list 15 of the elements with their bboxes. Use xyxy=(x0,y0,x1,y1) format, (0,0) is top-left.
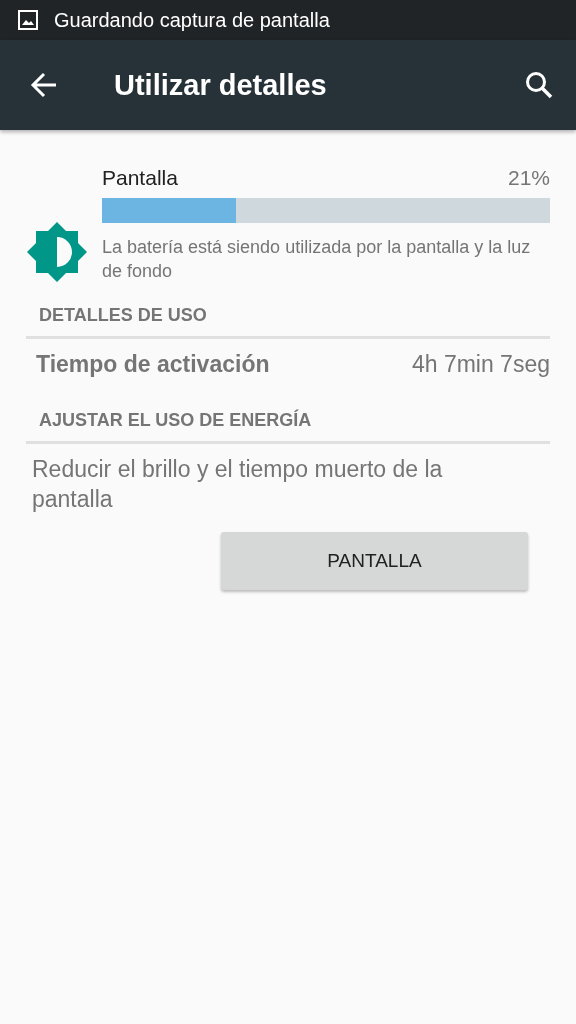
detail-value: 4h 7min 7seg xyxy=(411,351,550,378)
section-header: DETALLES DE USO xyxy=(26,283,550,339)
usage-percent: 21% xyxy=(507,166,550,190)
usage-description: La batería está siendo utilizada por la pantalla y la luz de fondo xyxy=(102,236,532,283)
brightness-icon xyxy=(26,221,88,283)
detail-label: Tiempo de activación xyxy=(36,351,270,378)
section-header: AJUSTAR EL USO DE ENERGÍA xyxy=(26,388,550,444)
image-icon xyxy=(18,10,38,30)
search-icon[interactable] xyxy=(524,70,554,100)
back-arrow-icon[interactable] xyxy=(30,72,58,98)
screen-title: Utilizar detalles xyxy=(114,68,328,102)
screen-button[interactable]: PANTALLA xyxy=(221,532,528,590)
notification-text: Guardando captura de pantalla xyxy=(54,8,330,32)
suggestion-text: Reducir el brillo y el tiempo muerto de la pantalla xyxy=(31,455,444,514)
usage-name: Pantalla xyxy=(102,166,178,190)
